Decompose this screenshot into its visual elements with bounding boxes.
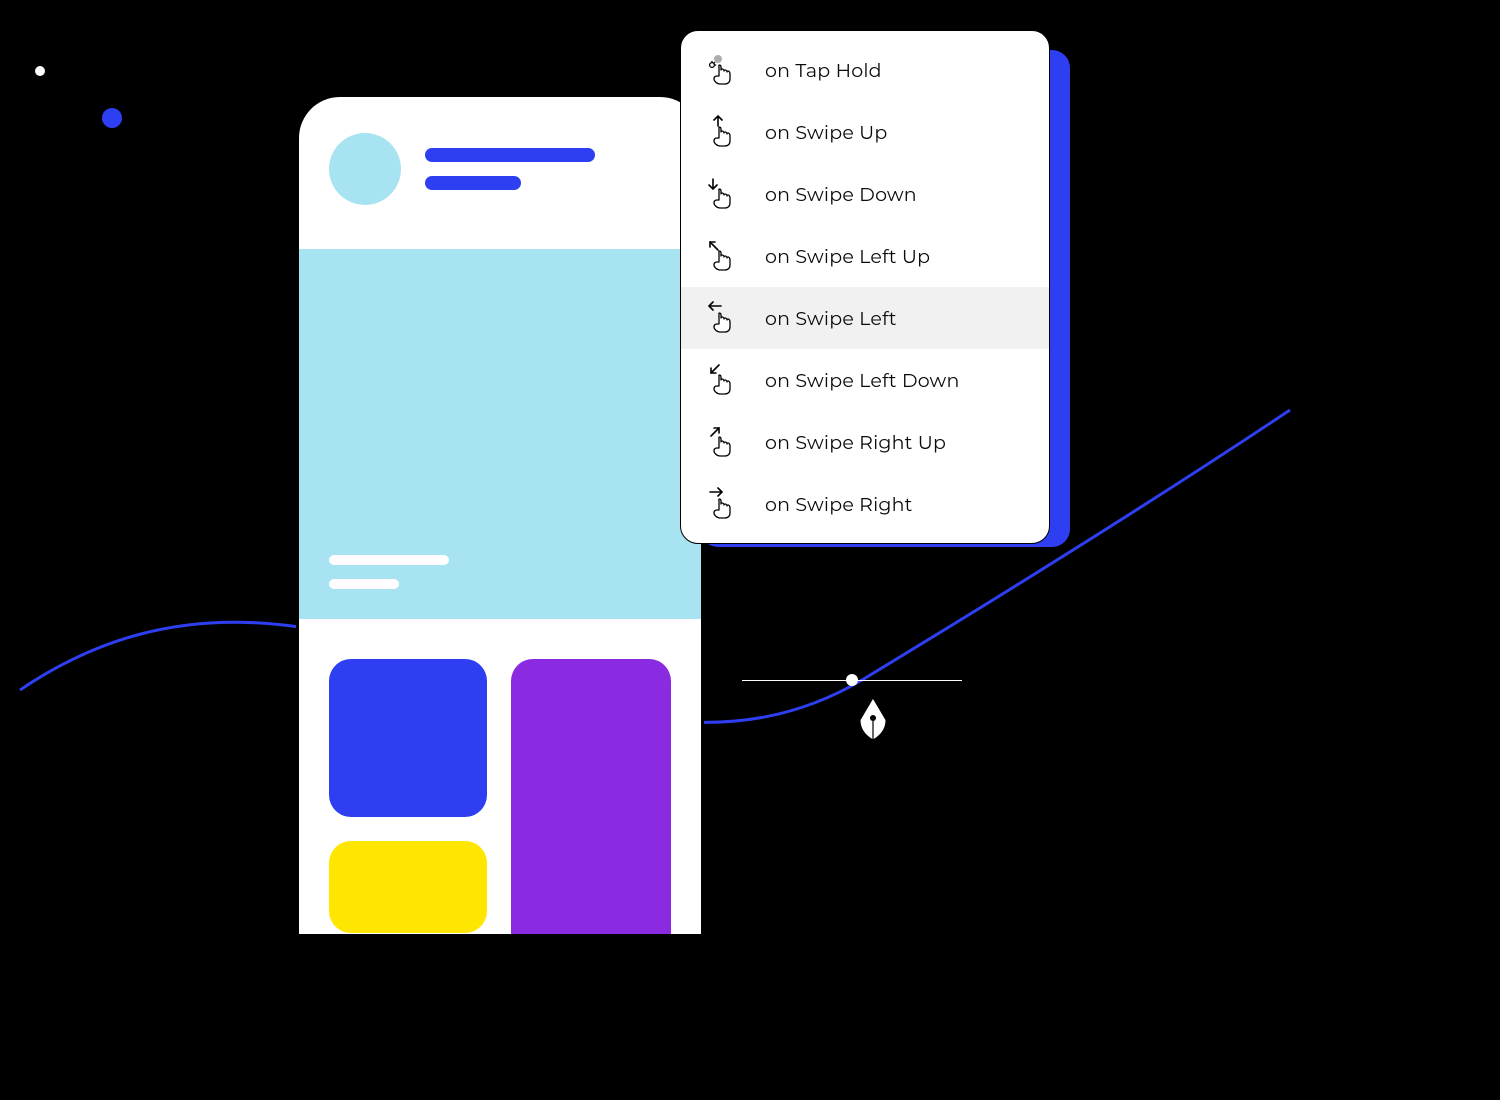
decorative-dot-white bbox=[35, 66, 45, 76]
gesture-menu-item-label: on Tap Hold bbox=[765, 59, 882, 82]
gesture-menu-item-label: on Swipe Right Up bbox=[765, 431, 946, 454]
pen-nib-icon bbox=[858, 698, 888, 745]
tap-hold-icon bbox=[707, 53, 737, 87]
swipe-left-down-icon bbox=[707, 363, 737, 397]
cards-row bbox=[299, 619, 701, 934]
avatar-placeholder bbox=[329, 133, 401, 205]
gesture-menu-item-label: on Swipe Left Down bbox=[765, 369, 960, 392]
gesture-menu-item-label: on Swipe Up bbox=[765, 121, 888, 144]
gesture-menu-item-label: on Swipe Right bbox=[765, 493, 913, 516]
swipe-up-icon bbox=[707, 115, 737, 149]
card-placeholder-purple bbox=[511, 659, 671, 934]
bezier-anchor-point[interactable] bbox=[846, 674, 858, 686]
swipe-left-up-icon bbox=[707, 239, 737, 273]
gesture-menu-item[interactable]: on Swipe Right bbox=[681, 473, 1049, 535]
gesture-menu-item[interactable]: on Swipe Right Up bbox=[681, 411, 1049, 473]
placeholder-bar bbox=[425, 176, 521, 190]
gesture-menu-item[interactable]: on Swipe Up bbox=[681, 101, 1049, 163]
swipe-right-icon bbox=[707, 487, 737, 521]
placeholder-bar bbox=[425, 148, 595, 162]
decorative-dot-blue bbox=[102, 108, 122, 128]
placeholder-bar bbox=[329, 555, 449, 565]
gesture-menu-item-label: on Swipe Left Up bbox=[765, 245, 930, 268]
gesture-menu-item[interactable]: on Swipe Down bbox=[681, 163, 1049, 225]
gesture-menu-item[interactable]: on Swipe Left Down bbox=[681, 349, 1049, 411]
hero-card-placeholder bbox=[299, 249, 701, 619]
swipe-down-icon bbox=[707, 177, 737, 211]
gesture-menu-item-label: on Swipe Left bbox=[765, 307, 897, 330]
gesture-menu-item[interactable]: on Swipe Left Up bbox=[681, 225, 1049, 287]
gesture-menu-item-label: on Swipe Down bbox=[765, 183, 917, 206]
placeholder-bar bbox=[329, 579, 399, 589]
phone-mockup bbox=[296, 94, 704, 934]
card-placeholder-blue bbox=[329, 659, 487, 817]
card-placeholder-yellow bbox=[329, 841, 487, 933]
swipe-left-icon bbox=[707, 301, 737, 335]
header-text-placeholder bbox=[425, 148, 595, 190]
mock-header bbox=[299, 97, 701, 231]
gesture-menu-item[interactable]: on Swipe Left bbox=[681, 287, 1049, 349]
gesture-menu-item[interactable]: on Tap Hold bbox=[681, 39, 1049, 101]
gesture-menu[interactable]: on Tap Hold on Swipe Up on Swipe Down on… bbox=[680, 30, 1050, 544]
swipe-right-up-icon bbox=[707, 425, 737, 459]
